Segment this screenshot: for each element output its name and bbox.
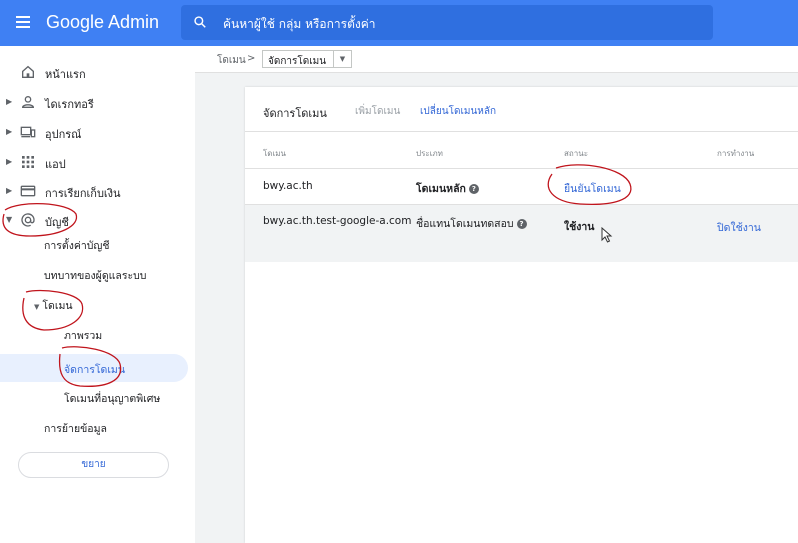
expand-arrow-icon[interactable]: ▶ [6, 186, 12, 195]
hamburger-menu-icon[interactable] [14, 13, 34, 33]
sidebar-item-account[interactable]: ▼ บัญชี [0, 206, 195, 234]
domain-cell: bwy.ac.th.test-google-a.com [263, 215, 412, 227]
column-header-type[interactable]: ประเภท [416, 147, 443, 160]
sidebar-item-label: โดเมน [42, 300, 73, 312]
apps-grid-icon [22, 156, 34, 168]
collapse-arrow-icon[interactable]: ▼ [6, 215, 12, 224]
sidebar-item-label: ไดเรกทอรี [45, 98, 94, 111]
change-primary-domain-button[interactable]: เปลี่ยนโดเมนหลัก [420, 104, 496, 119]
app-logo[interactable]: Google Admin [46, 12, 159, 33]
column-header-status[interactable]: สถานะ [564, 147, 588, 160]
column-header-action[interactable]: การทำงาน [717, 147, 754, 160]
card-header: จัดการโดเมน เพิ่มโดเมน เปลี่ยนโดเมนหลัก [245, 87, 798, 132]
type-text: โดเมนหลัก [416, 183, 466, 195]
sidebar-item-overview[interactable]: ภาพรวม [64, 327, 102, 353]
mouse-cursor-icon [601, 227, 613, 243]
search-icon [194, 16, 206, 28]
sidebar-item-directory[interactable]: ▶ ไดเรกทอรี [0, 88, 195, 116]
sidebar-item-domains[interactable]: ▼ โดเมน [34, 297, 73, 323]
expand-arrow-icon[interactable]: ▶ [6, 127, 12, 136]
sidebar-item-label: แอป [45, 158, 66, 171]
breadcrumb: โดเมน > จัดการโดเมน ▼ [195, 46, 798, 73]
sidebar-item-label: จัดการโดเมน [64, 364, 126, 376]
collapse-arrow-icon[interactable]: ▼ [34, 303, 39, 311]
breadcrumb-separator: > [247, 53, 256, 64]
help-icon[interactable]: ? [516, 219, 527, 229]
table-row: bwy.ac.th โดเมนหลัก? ยืนยันโดเมน [245, 168, 798, 204]
type-cell: โดเมนหลัก? [416, 180, 479, 197]
breadcrumb-current: จัดการโดเมน [268, 56, 327, 67]
type-text: ชื่อแทนโดเมนทดสอบ [416, 218, 514, 230]
sidebar-item-home[interactable]: หน้าแรก [0, 58, 195, 86]
add-domain-button[interactable]: เพิ่มโดเมน [355, 104, 400, 119]
sidebar-item-account-settings[interactable]: การตั้งค่าบัญชี [44, 237, 110, 263]
verify-domain-link[interactable]: ยืนยันโดเมน [564, 180, 621, 197]
sidebar-item-data-migration[interactable]: การย้ายข้อมูล [44, 420, 107, 446]
credit-card-icon [20, 185, 36, 197]
sidebar-item-label: หน้าแรก [45, 68, 86, 81]
at-sign-icon [21, 213, 35, 227]
domain-cell: bwy.ac.th [263, 180, 313, 192]
search-bar[interactable]: ค้นหาผู้ใช้ กลุ่ม หรือการตั้งค่า [181, 5, 713, 40]
expand-arrow-icon[interactable]: ▶ [6, 157, 12, 166]
home-icon [22, 65, 34, 78]
sidebar-item-label: บัญชี [45, 216, 69, 229]
sidebar: หน้าแรก ▶ ไดเรกทอรี ▶ อุปกรณ์ ▶ แอป ▶ กา… [0, 46, 195, 543]
table-row: bwy.ac.th.test-google-a.com ชื่อแทนโดเมน… [245, 204, 798, 262]
sidebar-item-admin-roles[interactable]: บทบาทของผู้ดูแลระบบ [44, 267, 146, 293]
breadcrumb-root[interactable]: โดเมน [217, 53, 246, 68]
card-title: จัดการโดเมน [263, 107, 327, 120]
top-app-bar: Google Admin ค้นหาผู้ใช้ กลุ่ม หรือการตั… [0, 0, 798, 46]
help-icon[interactable]: ? [468, 184, 479, 194]
person-icon [21, 96, 35, 108]
sidebar-item-billing[interactable]: ▶ การเรียกเก็บเงิน [0, 177, 195, 205]
sidebar-item-apps[interactable]: ▶ แอป [0, 148, 195, 176]
devices-icon [20, 126, 36, 138]
sidebar-item-manage-domains[interactable]: จัดการโดเมน [0, 354, 188, 382]
sidebar-item-label: การเรียกเก็บเงิน [45, 187, 121, 200]
expand-arrow-icon[interactable]: ▶ [6, 97, 12, 106]
sidebar-item-devices[interactable]: ▶ อุปกรณ์ [0, 118, 195, 146]
domains-card: จัดการโดเมน เพิ่มโดเมน เปลี่ยนโดเมนหลัก … [245, 87, 798, 543]
dropdown-arrow-icon[interactable]: ▼ [333, 51, 351, 67]
column-header-domain[interactable]: โดเมน [263, 147, 286, 160]
expand-sidebar-button[interactable]: ขยาย [18, 452, 169, 478]
type-cell: ชื่อแทนโดเมนทดสอบ? [416, 215, 527, 232]
sidebar-item-allowlisted-domains[interactable]: โดเมนที่อนุญาตพิเศษ [64, 390, 160, 416]
status-cell: ใช้งาน [564, 221, 595, 233]
main-content: จัดการโดเมน เพิ่มโดเมน เปลี่ยนโดเมนหลัก … [195, 73, 798, 543]
breadcrumb-current-select[interactable]: จัดการโดเมน ▼ [262, 50, 352, 68]
search-placeholder[interactable]: ค้นหาผู้ใช้ กลุ่ม หรือการตั้งค่า [223, 15, 376, 34]
deactivate-domain-link[interactable]: ปิดใช้งาน [717, 219, 761, 236]
sidebar-item-label: อุปกรณ์ [45, 128, 82, 141]
